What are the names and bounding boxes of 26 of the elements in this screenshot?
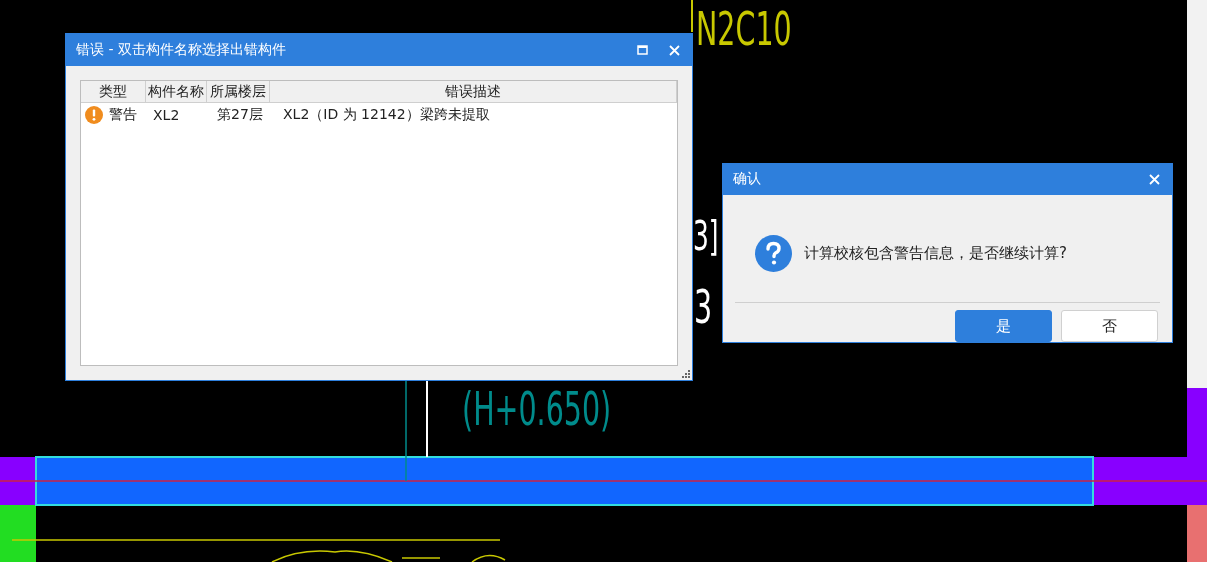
table-cell: 第27层 <box>217 106 263 122</box>
resize-grip-icon[interactable] <box>681 369 690 378</box>
dialog-message: 计算校核包含警告信息，是否继续计算? <box>804 243 1067 263</box>
drawing-line <box>691 0 693 33</box>
table-cell: XL2 <box>153 107 180 123</box>
table-cell: XL2（ID 为 12142）梁跨未提取 <box>283 106 490 122</box>
table-cell: 警告 <box>109 106 137 124</box>
dialog-button[interactable]: 否 <box>1061 310 1158 342</box>
column-shape <box>0 457 36 505</box>
dialog-title: 确认 <box>733 170 762 189</box>
dialog-button[interactable]: 是 <box>955 310 1052 342</box>
close-icon <box>1148 173 1160 185</box>
column-header[interactable]: 构件名称 <box>146 81 207 102</box>
dialog-title: 错误 - 双击构件名称选择出错构件 <box>76 41 287 59</box>
column-header[interactable]: 所属楼层 <box>207 81 270 102</box>
maximize-icon <box>636 45 648 55</box>
drawing-label: (H+0.650) <box>462 386 612 432</box>
drawing-label: N2C10 <box>696 6 792 52</box>
warning-icon <box>85 106 103 124</box>
column-header[interactable]: 类型 <box>81 81 146 102</box>
column-header[interactable]: 错误描述 <box>270 81 677 102</box>
drawing-label: 3] <box>693 216 719 256</box>
column-shape <box>0 505 36 562</box>
question-icon <box>755 234 792 272</box>
drawing-label: 3 <box>694 284 713 330</box>
close-icon <box>668 44 680 56</box>
